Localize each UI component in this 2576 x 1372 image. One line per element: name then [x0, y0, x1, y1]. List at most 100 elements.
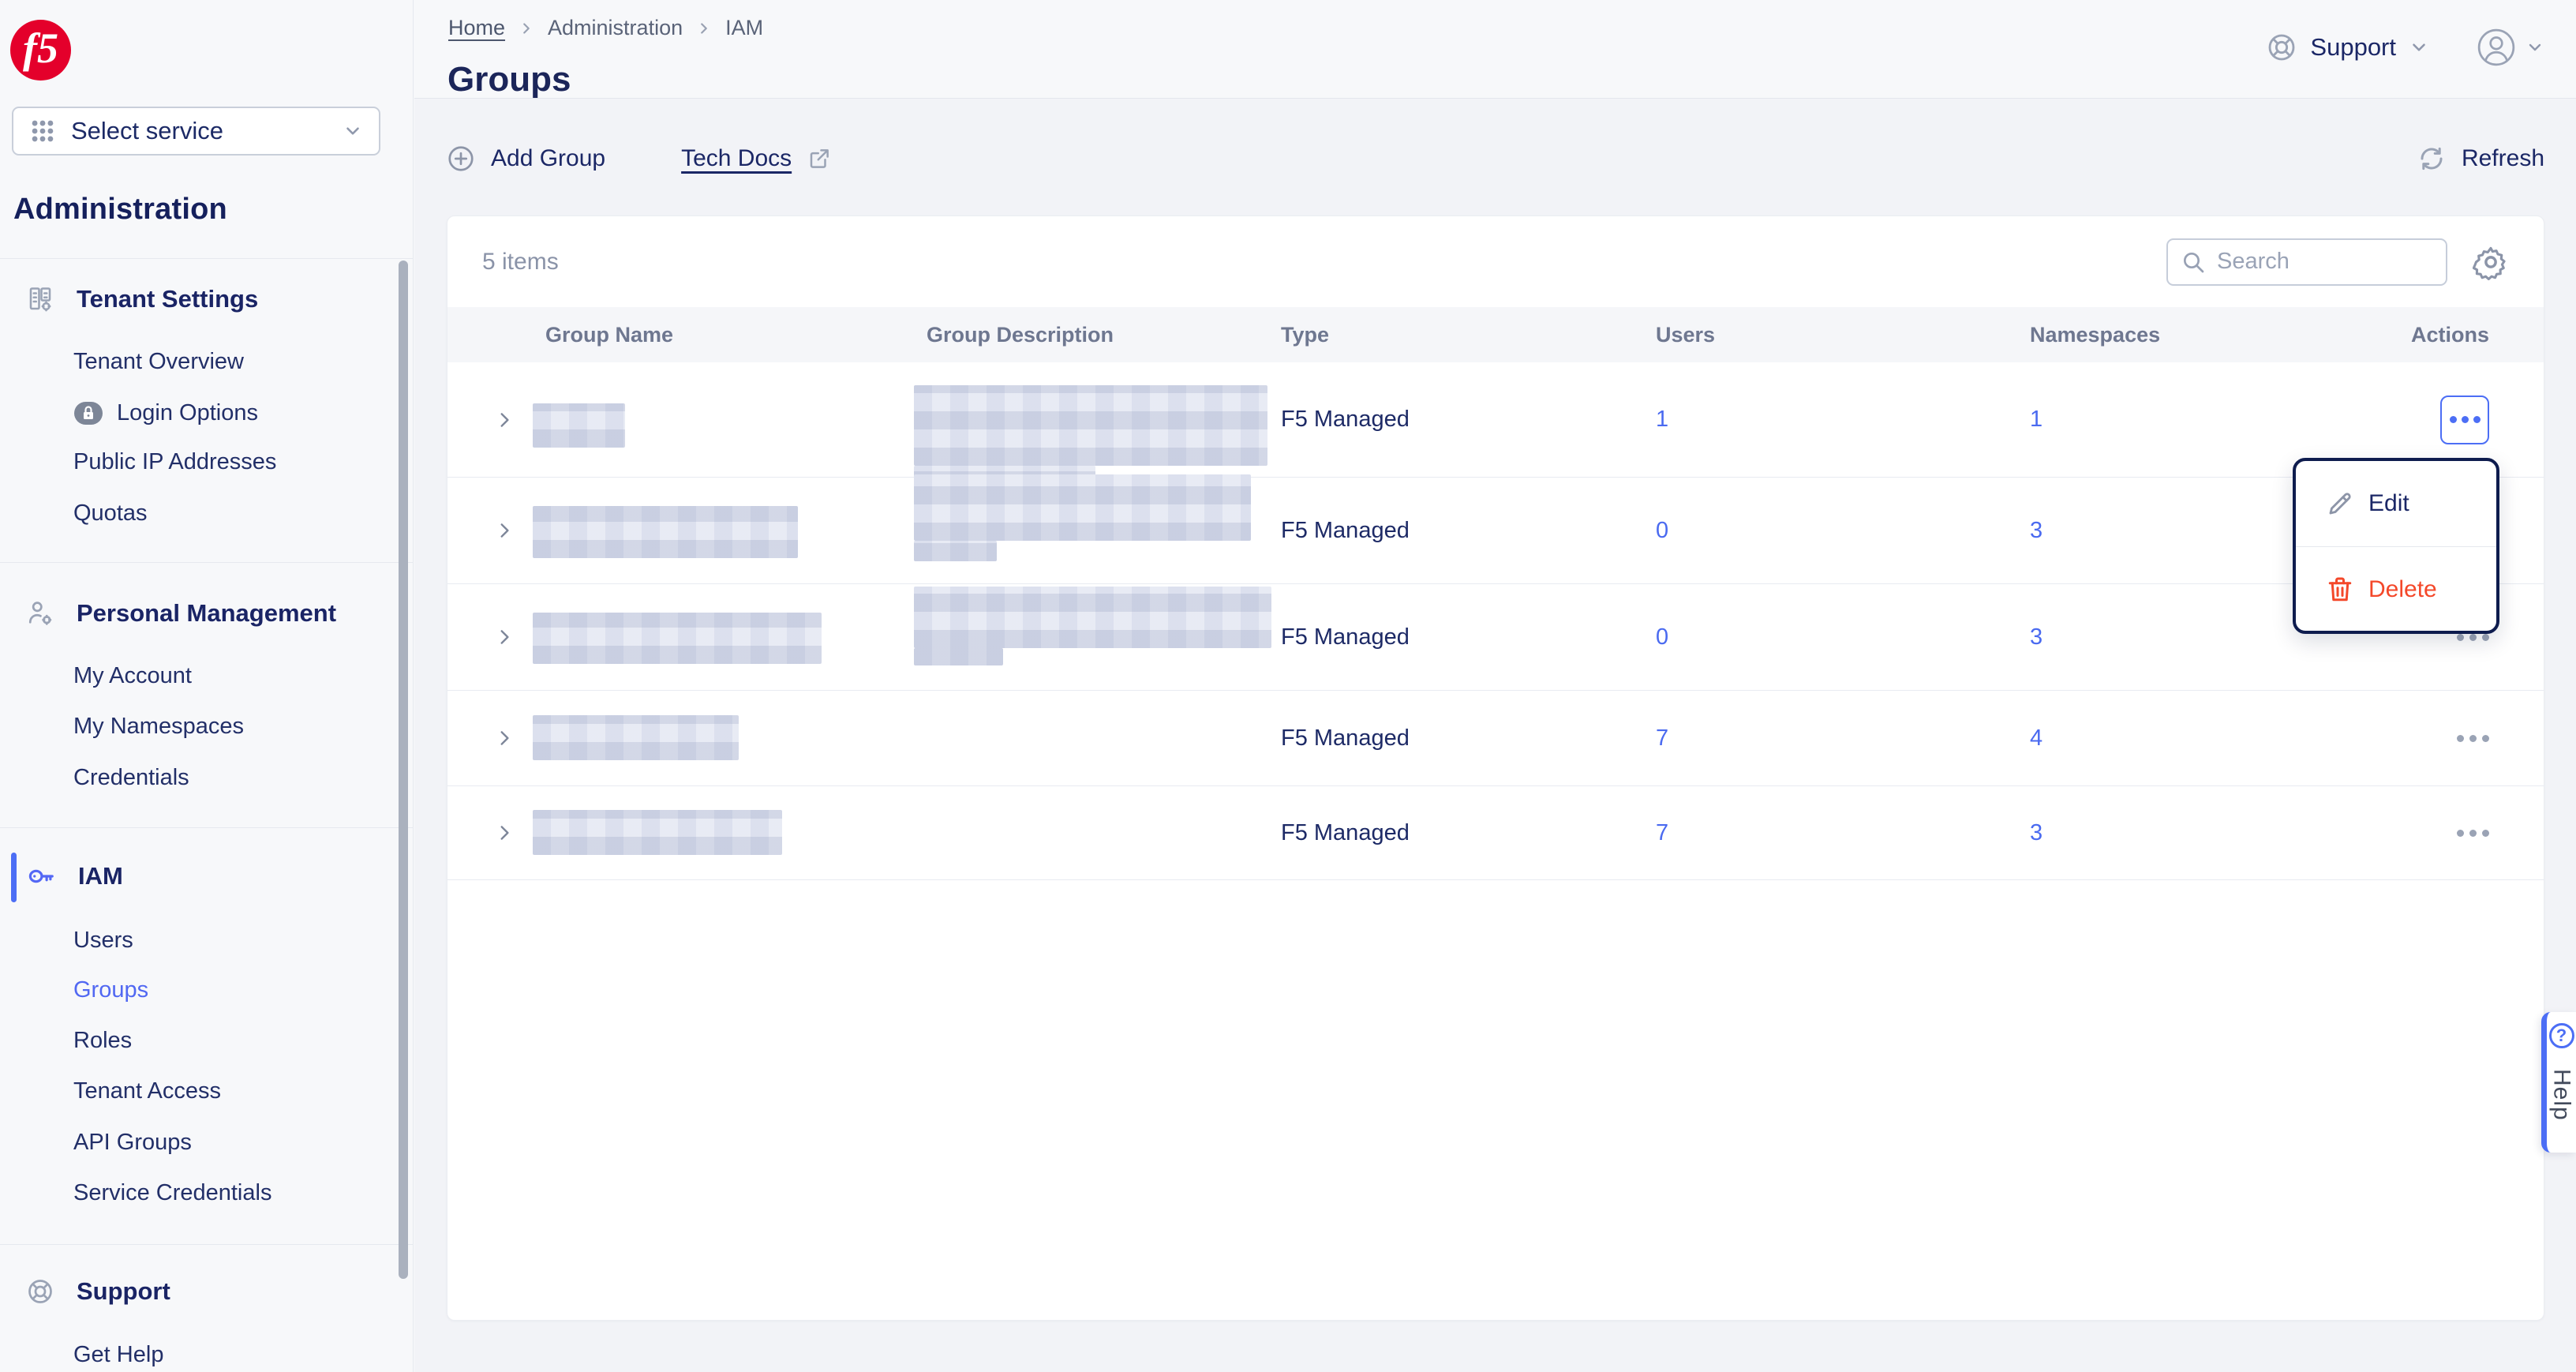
- plus-circle-icon: [447, 144, 475, 173]
- group-type: F5 Managed: [1281, 820, 1656, 846]
- tech-docs-label: Tech Docs: [681, 145, 792, 172]
- column-header-actions: Actions: [2392, 323, 2544, 347]
- service-selector-label: Select service: [71, 117, 343, 145]
- sidebar-section-tenant-settings[interactable]: Tenant Settings: [26, 282, 258, 317]
- column-header-namespaces: Namespaces: [2030, 323, 2392, 347]
- table-row: F5 Managed 7 4: [447, 691, 2544, 786]
- redaction-mosaic: [914, 648, 1003, 665]
- sidebar-section-personal-management[interactable]: Personal Management: [26, 596, 336, 631]
- groups-table-card: 5 items Group Name Group Description Typ…: [447, 216, 2544, 1321]
- table-row: F5 Managed 7 3: [447, 786, 2544, 880]
- edit-label: Edit: [2368, 490, 2409, 517]
- sidebar-item-get-help[interactable]: Get Help: [73, 1339, 163, 1370]
- namespaces-count-link[interactable]: 3: [2030, 518, 2042, 543]
- users-count-link[interactable]: 7: [1656, 725, 1668, 751]
- row-actions-button-active[interactable]: [2440, 395, 2489, 444]
- sidebar-item-my-namespaces[interactable]: My Namespaces: [73, 710, 244, 742]
- sidebar-divider: [0, 562, 414, 563]
- column-header-group-name: Group Name: [533, 323, 914, 347]
- search-input[interactable]: [2217, 249, 2433, 275]
- sidebar-item-tenant-overview[interactable]: Tenant Overview: [73, 346, 244, 377]
- table-card-header: 5 items: [447, 216, 2544, 307]
- service-selector[interactable]: Select service: [12, 107, 380, 156]
- redaction-mosaic: [533, 613, 822, 664]
- users-count-link[interactable]: 1: [1656, 407, 1668, 432]
- page-title: Groups: [447, 60, 571, 99]
- sidebar-section-iam[interactable]: IAM: [26, 859, 123, 894]
- top-right-controls: Support: [2266, 24, 2544, 71]
- f5-logo-text: f5: [23, 27, 58, 69]
- sidebar-section-support[interactable]: Support: [26, 1274, 170, 1309]
- sidebar-section-label: IAM: [78, 862, 123, 890]
- redaction-mosaic: [914, 541, 997, 561]
- namespaces-count-link[interactable]: 3: [2030, 624, 2042, 650]
- f5-logo[interactable]: f5: [10, 20, 71, 81]
- sidebar-divider: [0, 258, 414, 259]
- sidebar-item-login-options[interactable]: Login Options: [73, 397, 258, 429]
- namespaces-count-link[interactable]: 1: [2030, 407, 2042, 432]
- users-count-link[interactable]: 0: [1656, 624, 1668, 650]
- table-row: F5 Managed 0 3: [447, 584, 2544, 691]
- sidebar-item-roles[interactable]: Roles: [73, 1025, 132, 1056]
- trash-icon: [2326, 575, 2354, 604]
- sidebar-item-credentials[interactable]: Credentials: [73, 762, 189, 793]
- breadcrumb-administration: Administration: [548, 16, 683, 40]
- header-divider: [414, 98, 2576, 99]
- users-count-link[interactable]: 0: [1656, 518, 1668, 543]
- expand-row-chevron-icon[interactable]: [494, 520, 515, 541]
- refresh-label: Refresh: [2462, 145, 2544, 172]
- redaction-mosaic: [914, 385, 1267, 466]
- group-type: F5 Managed: [1281, 518, 1656, 544]
- active-section-indicator: [11, 853, 17, 902]
- sidebar-item-tenant-access[interactable]: Tenant Access: [73, 1075, 221, 1107]
- tech-docs-link[interactable]: Tech Docs: [681, 145, 831, 172]
- sidebar-divider: [0, 827, 414, 828]
- namespaces-count-link[interactable]: 4: [2030, 725, 2042, 751]
- expand-row-chevron-icon[interactable]: [494, 627, 515, 647]
- add-group-button[interactable]: Add Group: [447, 144, 605, 173]
- namespaces-count-link[interactable]: 3: [2030, 820, 2042, 845]
- group-type: F5 Managed: [1281, 725, 1656, 752]
- row-actions-button[interactable]: [2457, 819, 2489, 848]
- help-tab-label: Help: [2548, 1069, 2575, 1121]
- sidebar-item-my-account[interactable]: My Account: [73, 660, 192, 692]
- sidebar-item-quotas[interactable]: Quotas: [73, 497, 148, 529]
- breadcrumb-home-link[interactable]: Home: [448, 16, 505, 40]
- life-ring-icon: [2266, 32, 2297, 63]
- redaction-mosaic: [914, 587, 1271, 648]
- sidebar-title: Administration: [13, 193, 227, 227]
- sidebar-section-label: Personal Management: [77, 599, 336, 628]
- sidebar-scrollbar-thumb[interactable]: [399, 261, 408, 1279]
- sidebar-item-api-groups[interactable]: API Groups: [73, 1126, 192, 1158]
- search-box: [2166, 238, 2447, 286]
- expand-row-chevron-icon[interactable]: [494, 410, 515, 430]
- group-type: F5 Managed: [1281, 624, 1656, 650]
- menu-item-delete[interactable]: Delete: [2296, 546, 2496, 632]
- support-menu-button[interactable]: Support: [2266, 32, 2429, 63]
- sidebar-item-users[interactable]: Users: [73, 924, 133, 956]
- table-settings-gear-icon[interactable]: [2473, 244, 2509, 280]
- expand-row-chevron-icon[interactable]: [494, 728, 515, 748]
- key-icon: [26, 861, 56, 891]
- table-row: F5 Managed 1 1: [447, 362, 2544, 478]
- support-label: Support: [2310, 33, 2396, 62]
- row-actions-menu: Edit Delete: [2293, 458, 2499, 634]
- redaction-mosaic: [533, 403, 625, 448]
- users-count-link[interactable]: 7: [1656, 820, 1668, 845]
- chevron-right-icon: [518, 20, 535, 37]
- sidebar-item-groups[interactable]: Groups: [73, 974, 148, 1006]
- sidebar-item-service-credentials[interactable]: Service Credentials: [73, 1177, 271, 1209]
- question-circle-icon: ?: [2549, 1023, 2574, 1048]
- help-tab[interactable]: ? Help: [2541, 1012, 2576, 1153]
- expand-row-chevron-icon[interactable]: [494, 823, 515, 843]
- chevron-down-icon: [2409, 37, 2429, 58]
- refresh-icon: [2417, 144, 2446, 173]
- redaction-mosaic: [533, 810, 782, 855]
- refresh-button[interactable]: Refresh: [2417, 144, 2544, 173]
- row-actions-button[interactable]: [2457, 724, 2489, 753]
- column-header-users: Users: [1656, 323, 2030, 347]
- menu-item-edit[interactable]: Edit: [2296, 461, 2496, 546]
- sidebar-item-public-ip-addresses[interactable]: Public IP Addresses: [73, 446, 276, 478]
- avatar: [2477, 28, 2516, 67]
- account-menu-button[interactable]: [2477, 28, 2544, 67]
